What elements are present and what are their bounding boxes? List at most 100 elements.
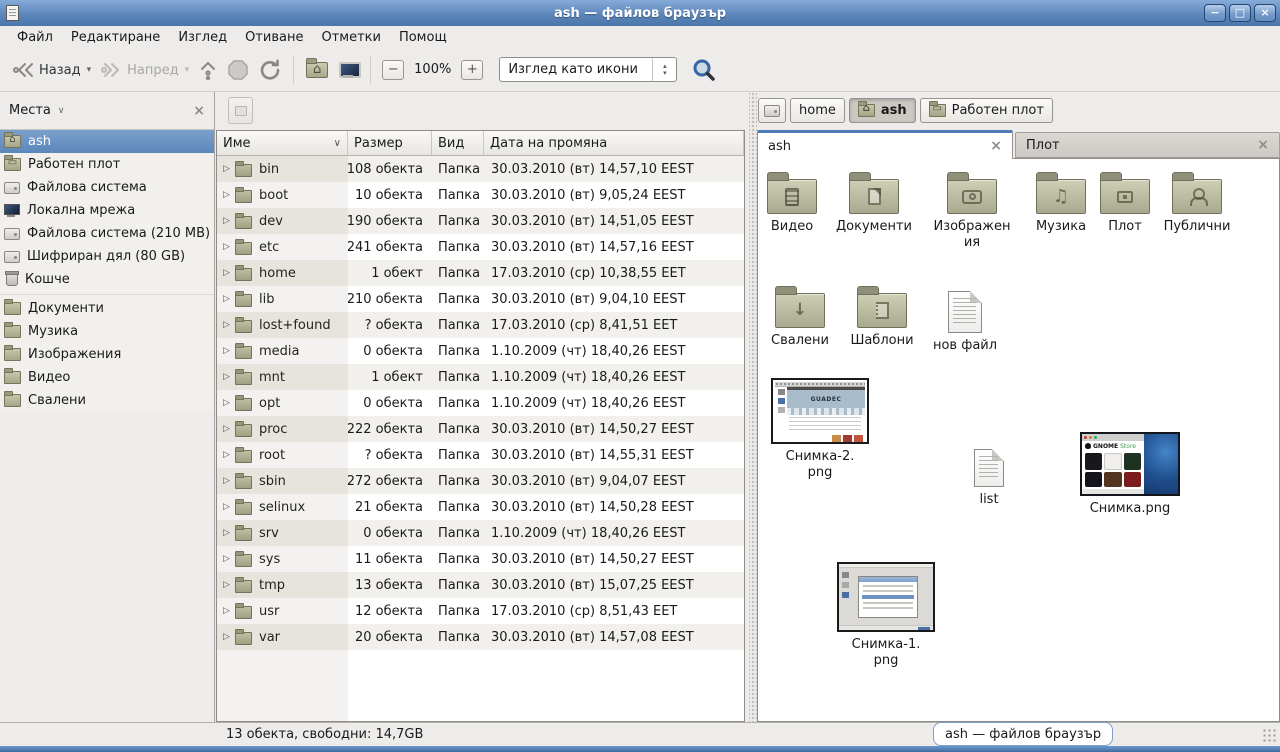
- column-header-type[interactable]: Вид: [432, 131, 484, 156]
- forward-button[interactable]: Напред ▾: [96, 58, 194, 82]
- file-item-new-file[interactable]: нов файл: [917, 285, 1013, 354]
- sidebar-item-ash[interactable]: ash: [0, 130, 214, 153]
- view-mode-spinner-icon[interactable]: ▴ ▾: [652, 58, 676, 81]
- sidebar-title[interactable]: Места: [9, 103, 51, 118]
- menu-item[interactable]: Отметки: [312, 28, 389, 47]
- expander-icon[interactable]: ▷: [220, 346, 233, 356]
- zoom-out-button[interactable]: −: [382, 60, 404, 80]
- table-row[interactable]: ▷ home 1 обект Папка 17.03.2010 (ср) 10,…: [217, 260, 744, 286]
- menu-item[interactable]: Изглед: [169, 28, 236, 47]
- path-ash-button[interactable]: ash: [849, 98, 916, 123]
- up-button[interactable]: [194, 56, 222, 84]
- expander-icon[interactable]: ▷: [220, 268, 233, 278]
- folder-item-documents[interactable]: Документи: [826, 171, 922, 235]
- path-root-button[interactable]: [758, 98, 786, 123]
- menu-item[interactable]: Редактиране: [62, 28, 169, 47]
- sidebar-item-downloads[interactable]: Свалени: [0, 389, 214, 412]
- computer-button[interactable]: [333, 58, 363, 82]
- menu-item[interactable]: Отиване: [236, 28, 312, 47]
- table-row[interactable]: ▷ usr 12 обекта Папка 17.03.2010 (ср) 8,…: [217, 598, 744, 624]
- sidebar-item-encrypted[interactable]: Шифриран дял (80 GB): [0, 245, 214, 268]
- icon-view[interactable]: Видео Документи Изображения ♫ Музика Пло…: [757, 158, 1280, 722]
- folder-item-public[interactable]: Публични: [1149, 171, 1245, 235]
- zoom-in-button[interactable]: +: [461, 60, 483, 80]
- table-row[interactable]: ▷ bin 108 обекта Папка 30.03.2010 (вт) 1…: [217, 156, 744, 182]
- table-row[interactable]: ▷ lost+found ? обекта Папка 17.03.2010 (…: [217, 312, 744, 338]
- expander-icon[interactable]: ▷: [220, 190, 233, 200]
- column-header-date[interactable]: Дата на промяна: [484, 131, 744, 156]
- expander-icon[interactable]: ▷: [220, 580, 233, 590]
- menu-item[interactable]: Помощ: [390, 28, 456, 47]
- view-mode-select[interactable]: Изглед като икони ▴ ▾: [499, 57, 677, 82]
- expander-icon[interactable]: ▷: [220, 372, 233, 382]
- expander-icon[interactable]: ▷: [220, 632, 233, 642]
- table-row[interactable]: ▷ boot 10 обекта Папка 30.03.2010 (вт) 9…: [217, 182, 744, 208]
- file-item-snimka[interactable]: GNOME Store Снимка.png: [1079, 432, 1181, 517]
- table-row[interactable]: ▷ etc 241 обекта Папка 30.03.2010 (вт) 1…: [217, 234, 744, 260]
- expander-icon[interactable]: ▷: [220, 320, 233, 330]
- file-item-list[interactable]: list: [941, 443, 1037, 508]
- tab-close-icon[interactable]: ×: [1257, 137, 1269, 153]
- table-row[interactable]: ▷ root ? обекта Папка 30.03.2010 (вт) 14…: [217, 442, 744, 468]
- expander-icon[interactable]: ▷: [220, 164, 233, 174]
- file-item-snimka2[interactable]: GUADEC Снимка-2.png: [769, 378, 871, 481]
- expander-icon[interactable]: ▷: [220, 528, 233, 538]
- pane-splitter[interactable]: [749, 92, 757, 722]
- tab-desktop[interactable]: Плот ×: [1015, 132, 1280, 158]
- expander-icon[interactable]: ▷: [220, 398, 233, 408]
- back-history-caret-icon[interactable]: ▾: [85, 65, 92, 75]
- sidebar-item-documents[interactable]: Документи: [0, 297, 214, 320]
- sidebar-close-icon[interactable]: ×: [193, 103, 205, 119]
- table-row[interactable]: ▷ proc 222 обекта Папка 30.03.2010 (вт) …: [217, 416, 744, 442]
- tab-close-icon[interactable]: ×: [990, 138, 1002, 154]
- table-row[interactable]: ▷ var 20 обекта Папка 30.03.2010 (вт) 14…: [217, 624, 744, 650]
- location-mini-button[interactable]: [228, 97, 253, 124]
- column-header-size[interactable]: Размер: [348, 131, 432, 156]
- sidebar-chevron-icon[interactable]: ∨: [56, 106, 65, 116]
- table-row[interactable]: ▷ sys 11 обекта Папка 30.03.2010 (вт) 14…: [217, 546, 744, 572]
- stop-button[interactable]: [222, 55, 254, 85]
- home-button[interactable]: [301, 58, 333, 82]
- folder-item-templates[interactable]: Шаблони: [834, 285, 930, 349]
- expander-icon[interactable]: ▷: [220, 216, 233, 226]
- sidebar-item-filesystem-210[interactable]: Файлова система (210 MB): [0, 222, 214, 245]
- tab-ash[interactable]: ash ×: [757, 130, 1013, 159]
- menu-item[interactable]: Файл: [8, 28, 62, 47]
- sidebar-item-filesystem[interactable]: Файлова система: [0, 176, 214, 199]
- expander-icon[interactable]: ▷: [220, 294, 233, 304]
- reload-button[interactable]: [254, 55, 286, 85]
- sidebar-item-trash[interactable]: Кошче: [0, 268, 214, 291]
- close-button[interactable]: ×: [1254, 4, 1276, 22]
- file-item-snimka1[interactable]: Снимка-1.png: [835, 562, 937, 669]
- table-row[interactable]: ▷ dev 190 обекта Папка 30.03.2010 (вт) 1…: [217, 208, 744, 234]
- column-header-name[interactable]: Име ∨: [217, 131, 348, 156]
- expander-icon[interactable]: ▷: [220, 242, 233, 252]
- sidebar-item-network[interactable]: Локална мрежа: [0, 199, 214, 222]
- expander-icon[interactable]: ▷: [220, 554, 233, 564]
- table-row[interactable]: ▷ mnt 1 обект Папка 1.10.2009 (чт) 18,40…: [217, 364, 744, 390]
- search-button[interactable]: [687, 54, 721, 86]
- table-row[interactable]: ▷ sbin 272 обекта Папка 30.03.2010 (вт) …: [217, 468, 744, 494]
- expander-icon[interactable]: ▷: [220, 502, 233, 512]
- sidebar-item-videos[interactable]: Видео: [0, 366, 214, 389]
- table-row[interactable]: ▷ media 0 обекта Папка 1.10.2009 (чт) 18…: [217, 338, 744, 364]
- table-row[interactable]: ▷ opt 0 обекта Папка 1.10.2009 (чт) 18,4…: [217, 390, 744, 416]
- expander-icon[interactable]: ▷: [220, 606, 233, 616]
- table-row[interactable]: ▷ tmp 13 обекта Папка 30.03.2010 (вт) 15…: [217, 572, 744, 598]
- expander-icon[interactable]: ▷: [220, 424, 233, 434]
- folder-item-pictures[interactable]: Изображения: [924, 171, 1020, 251]
- expander-icon[interactable]: ▷: [220, 450, 233, 460]
- expander-icon[interactable]: ▷: [220, 476, 233, 486]
- back-button[interactable]: Назад ▾: [8, 58, 96, 82]
- table-row[interactable]: ▷ lib 210 обекта Папка 30.03.2010 (вт) 9…: [217, 286, 744, 312]
- minimize-button[interactable]: −: [1204, 4, 1226, 22]
- table-row[interactable]: ▷ srv 0 обекта Папка 1.10.2009 (чт) 18,4…: [217, 520, 744, 546]
- resize-grip[interactable]: [1262, 728, 1278, 744]
- path-home-button[interactable]: home: [790, 98, 845, 123]
- sidebar-item-music[interactable]: Музика: [0, 320, 214, 343]
- maximize-button[interactable]: □: [1229, 4, 1251, 22]
- sidebar-item-desktop[interactable]: Работен плот: [0, 153, 214, 176]
- sidebar-item-pictures[interactable]: Изображения: [0, 343, 214, 366]
- path-desktop-button[interactable]: Работен плот: [920, 98, 1053, 123]
- table-row[interactable]: ▷ selinux 21 обекта Папка 30.03.2010 (вт…: [217, 494, 744, 520]
